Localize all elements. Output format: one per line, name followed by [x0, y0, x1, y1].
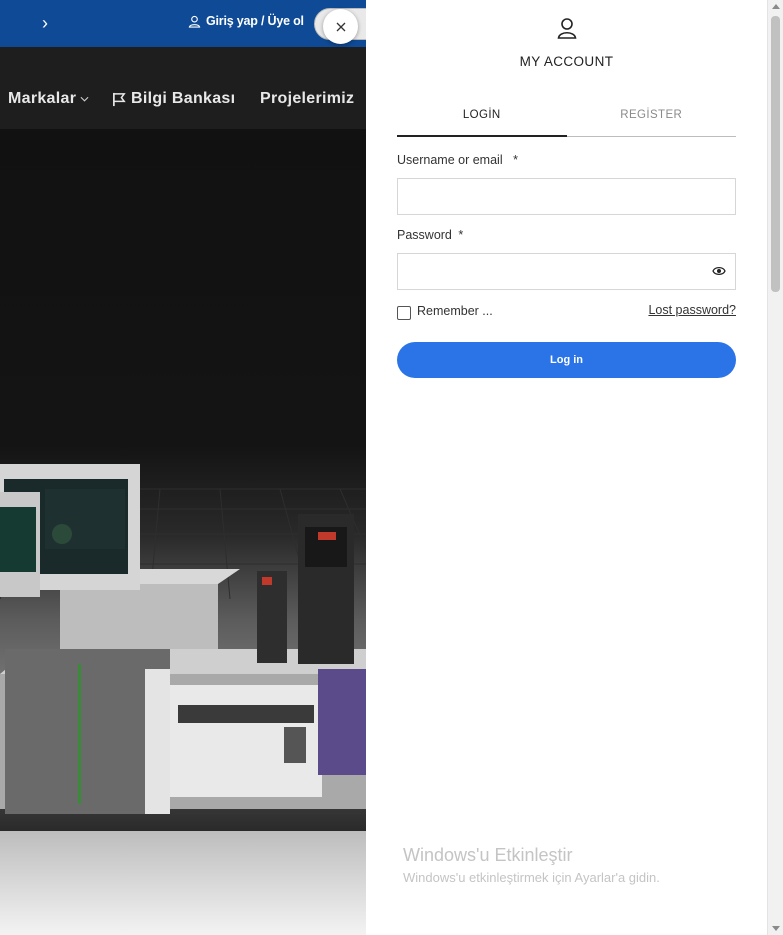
hero-product-illustration: [0, 464, 366, 814]
top-bar: › Giriş yap / Üye ol: [0, 0, 366, 47]
close-icon: [336, 22, 345, 31]
account-title: MY ACCOUNT: [519, 54, 614, 69]
nav-item-bilgi-bankasi[interactable]: Bilgi Bankası: [112, 90, 235, 108]
login-register-link[interactable]: Giriş yap / Üye ol: [188, 14, 304, 28]
lost-password-link[interactable]: Lost password?: [648, 303, 736, 317]
nav-item-label: Markalar: [8, 90, 77, 107]
hero-floor-gradient: [0, 831, 366, 935]
user-icon: [557, 18, 576, 39]
nav-item-markalar[interactable]: Markalar: [8, 90, 89, 108]
remember-me-label: Remember ...: [417, 304, 493, 318]
account-panel: MY ACCOUNT LOGİN REGİSTER Username or em…: [366, 0, 767, 935]
account-header: MY ACCOUNT: [366, 18, 767, 69]
tab-register[interactable]: REGİSTER: [567, 103, 737, 136]
chevron-right-icon[interactable]: ›: [42, 13, 48, 34]
windows-activation-watermark: Windows'u Etkinleştir Windows'u etkinleş…: [403, 845, 660, 885]
scroll-down-arrow-icon[interactable]: [772, 926, 780, 931]
login-button[interactable]: Log in: [397, 342, 736, 378]
password-label: Password *: [397, 228, 463, 242]
remember-me-checkbox[interactable]: [397, 306, 411, 320]
password-label-text: Password: [397, 228, 452, 242]
watermark-title: Windows'u Etkinleştir: [403, 845, 573, 865]
nav-item-label: Bilgi Bankası: [131, 90, 236, 107]
username-label: Username or email *: [397, 153, 518, 167]
background-website: › Giriş yap / Üye ol Markalar Bilgi Bank…: [0, 0, 366, 935]
main-navigation: Markalar Bilgi Bankası Projelerimiz: [0, 47, 366, 129]
nav-item-label: Projelerimiz: [260, 90, 355, 107]
close-panel-button[interactable]: [323, 9, 358, 44]
account-tabs: LOGİN REGİSTER: [397, 103, 736, 137]
scrollbar-thumb[interactable]: [771, 16, 780, 292]
watermark-subtitle: Windows'u etkinleştirmek için Ayarlar'a …: [403, 870, 660, 885]
nav-item-projelerimiz[interactable]: Projelerimiz: [260, 90, 354, 108]
required-marker: *: [458, 228, 464, 242]
chevron-down-icon: [80, 96, 89, 102]
login-register-label: Giriş yap / Üye ol: [206, 14, 304, 28]
user-icon: [188, 15, 201, 28]
required-marker: *: [513, 153, 518, 167]
eye-icon[interactable]: [712, 265, 726, 277]
hero-image: [0, 129, 366, 831]
tab-login[interactable]: LOGİN: [397, 103, 567, 137]
password-input[interactable]: [397, 253, 736, 290]
flag-icon: [113, 92, 126, 106]
scroll-up-arrow-icon[interactable]: [772, 4, 780, 9]
vertical-scrollbar[interactable]: [767, 0, 783, 935]
username-input[interactable]: [397, 178, 736, 215]
username-label-text: Username or email: [397, 153, 503, 167]
